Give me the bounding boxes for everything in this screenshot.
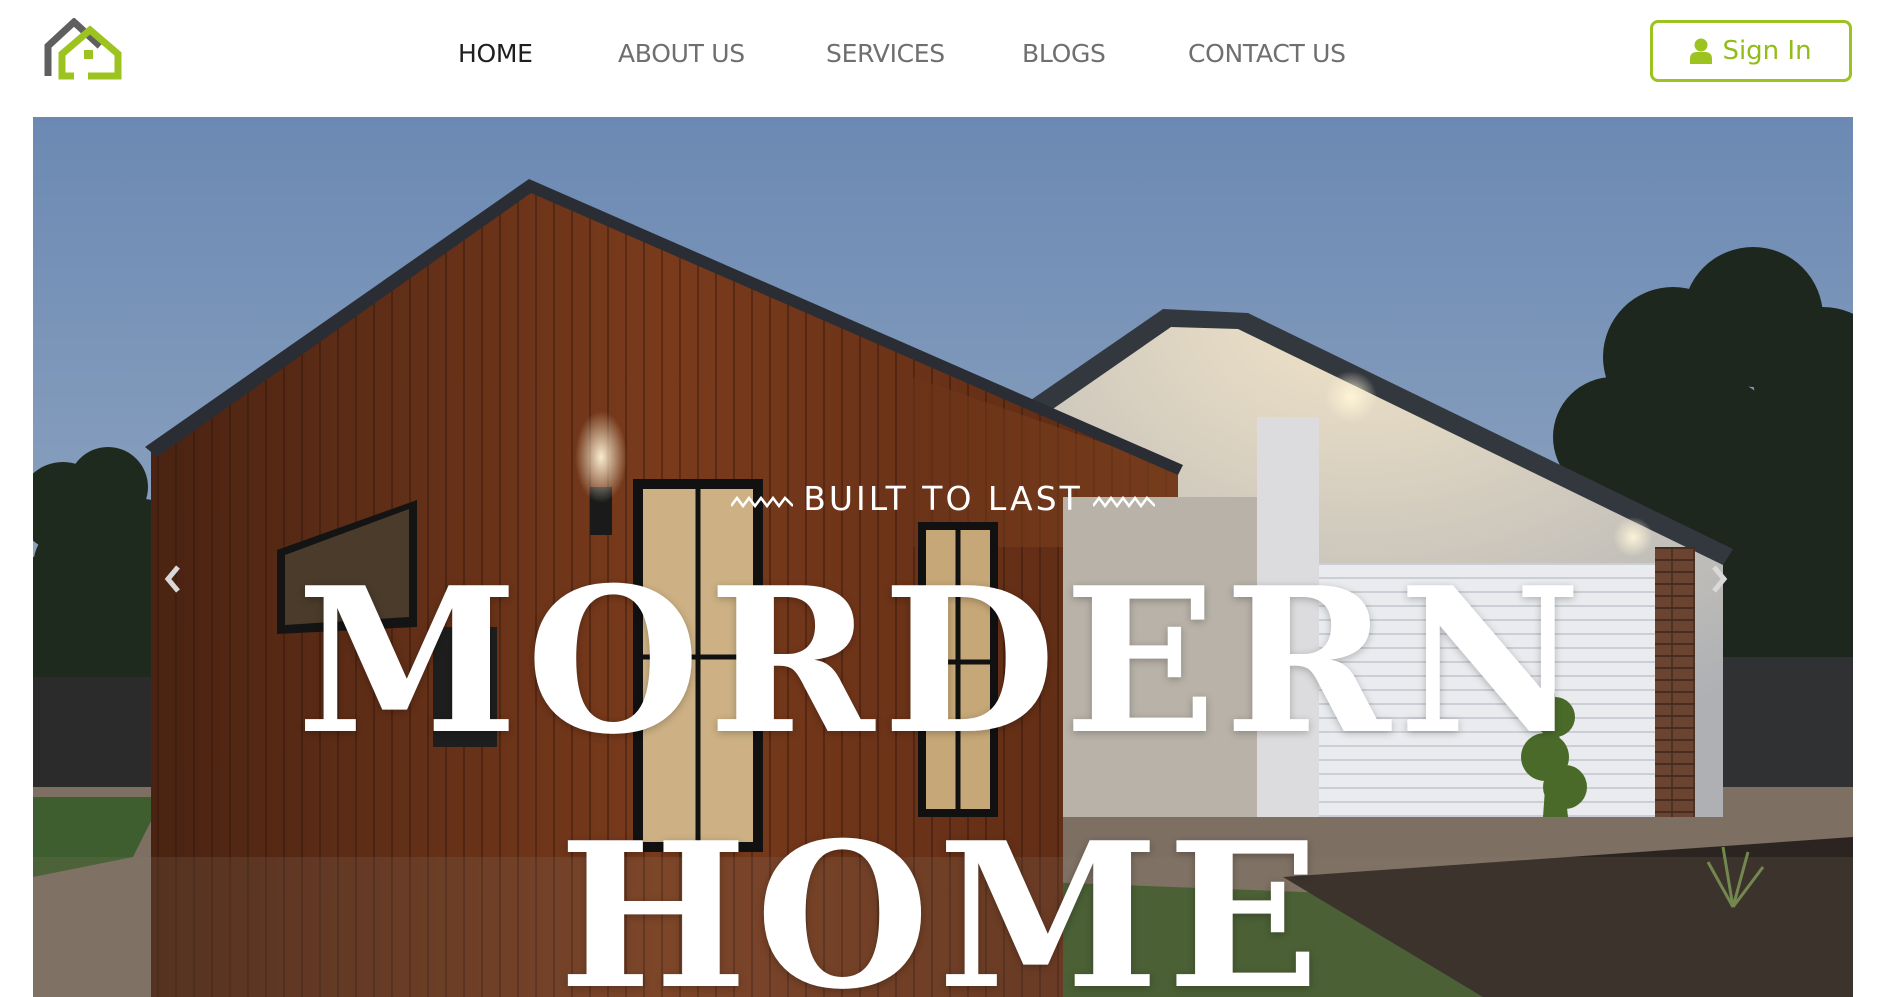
carousel-next-button[interactable] bbox=[1699, 549, 1739, 609]
sign-in-button[interactable]: Sign In bbox=[1650, 20, 1852, 82]
chevron-right-icon bbox=[1712, 565, 1728, 593]
hero-tagline-text: BUILT TO LAST bbox=[803, 479, 1083, 518]
hero-carousel: BUILT TO LAST MORDERN HOME bbox=[33, 117, 1853, 997]
wave-right-icon bbox=[1092, 495, 1155, 508]
hero-tagline: BUILT TO LAST bbox=[33, 479, 1853, 518]
main-nav: HOME ABOUT US SERVICES BLOGS CONTACT US bbox=[0, 36, 1886, 72]
carousel-prev-button[interactable] bbox=[153, 549, 193, 609]
site-header: HOME ABOUT US SERVICES BLOGS CONTACT US … bbox=[0, 0, 1886, 117]
user-icon bbox=[1690, 38, 1713, 64]
nav-blogs[interactable]: BLOGS bbox=[1022, 36, 1106, 72]
nav-contact-us[interactable]: CONTACT US bbox=[1188, 36, 1346, 72]
chevron-left-icon bbox=[164, 565, 180, 593]
nav-home[interactable]: HOME bbox=[458, 36, 533, 72]
hero-title-line2: HOME bbox=[558, 799, 1328, 997]
nav-about-us[interactable]: ABOUT US bbox=[618, 36, 745, 72]
hero-title-line1: MORDERN bbox=[296, 544, 1590, 779]
wave-left-icon bbox=[731, 495, 794, 508]
nav-services[interactable]: SERVICES bbox=[826, 36, 945, 72]
sign-in-label: Sign In bbox=[1722, 36, 1812, 66]
